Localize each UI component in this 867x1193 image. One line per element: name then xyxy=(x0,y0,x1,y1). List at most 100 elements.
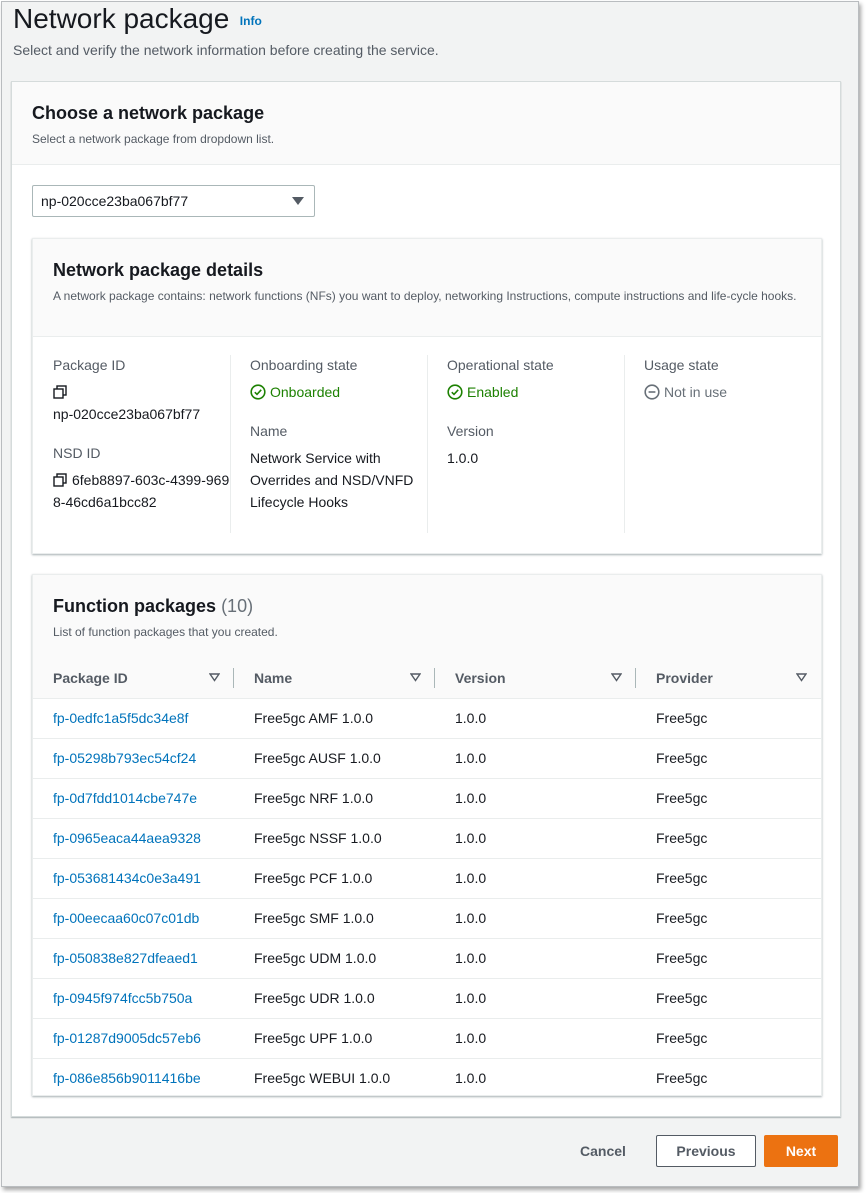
operational-state-value: Enabled xyxy=(447,381,627,403)
cell-version: 1.0.0 xyxy=(435,1018,636,1059)
function-package-link[interactable]: fp-053681434c0e3a491 xyxy=(53,870,201,886)
cell-version: 1.0.0 xyxy=(435,898,636,939)
function-package-link[interactable]: fp-01287d9005dc57eb6 xyxy=(53,1030,201,1046)
details-column-usage: Usage state Not in use xyxy=(644,357,824,403)
cell-name: Free5gc NSSF 1.0.0 xyxy=(234,818,435,859)
cell-provider: Free5gc xyxy=(656,1070,708,1087)
cell-provider: Free5gc xyxy=(636,778,821,819)
usage-state-text: Not in use xyxy=(664,384,728,400)
column-header-name[interactable]: Name xyxy=(234,658,435,699)
function-package-link[interactable]: fp-050838e827dfeaed1 xyxy=(53,950,198,966)
cell-version: 1.0.0 xyxy=(435,738,636,779)
operational-state-text: Enabled xyxy=(467,384,519,400)
version-value: 1.0.0 xyxy=(447,450,479,466)
details-column-onboarding: Onboarding state Onboarded Name Network … xyxy=(250,357,430,513)
name-value: Network Service with Overrides and NSD/V… xyxy=(250,450,414,510)
function-package-link[interactable]: fp-086e856b9011416be xyxy=(53,1070,201,1086)
details-header: Network package details A network packag… xyxy=(33,239,821,337)
function-packages-title: Function packages (10) xyxy=(53,595,801,617)
version-label: Version xyxy=(447,423,494,439)
function-packages-table: Package ID Name Version Provider fp-0edf… xyxy=(33,658,821,1098)
cell-name: Free5gc SMF 1.0.0 xyxy=(234,898,435,939)
details-column-ids: Package ID np-020cce23ba067bf77 NSD ID 6… xyxy=(53,357,233,513)
function-package-link[interactable]: fp-0945f974fcc5b750a xyxy=(53,990,192,1006)
minus-circle-icon xyxy=(644,384,660,400)
copy-icon[interactable] xyxy=(53,473,67,487)
table-row: fp-0945f974fcc5b750a Free5gc UDR 1.0.0 1… xyxy=(33,978,821,1019)
sort-caret-down-icon xyxy=(611,673,622,682)
function-package-link[interactable]: fp-00eecaa60c07c01db xyxy=(53,910,199,926)
name-label: Name xyxy=(250,423,288,439)
caret-down-icon xyxy=(292,197,304,205)
wizard-frame: Network package Info Select and verify t… xyxy=(1,1,859,1187)
cell-provider: Free5gc xyxy=(636,938,821,979)
usage-state-value: Not in use xyxy=(644,381,824,403)
package-id-text: np-020cce23ba067bf77 xyxy=(53,406,201,422)
table-row: fp-0d7fdd1014cbe747e Free5gc NRF 1.0.0 1… xyxy=(33,778,821,819)
cell-name: Free5gc UDM 1.0.0 xyxy=(234,938,435,979)
cell-version: 1.0.0 xyxy=(435,978,636,1019)
cell-version: 1.0.0 xyxy=(435,818,636,859)
cell-version: 1.0.0 xyxy=(435,858,636,899)
cell-provider: Free5gc xyxy=(636,978,821,1019)
check-circle-icon xyxy=(250,384,266,400)
cancel-button[interactable]: Cancel xyxy=(558,1135,648,1167)
function-packages-description: List of function packages that you creat… xyxy=(53,625,278,639)
function-package-link[interactable]: fp-0965eaca44aea9328 xyxy=(53,830,201,846)
operational-state-label: Operational state xyxy=(447,357,554,373)
cell-provider: Free5gc xyxy=(636,858,821,899)
table-row: fp-053681434c0e3a491 Free5gc PCF 1.0.0 1… xyxy=(33,858,821,899)
cell-name: Free5gc WEBUI 1.0.0 xyxy=(254,1070,391,1087)
table-row: fp-0965eaca44aea9328 Free5gc NSSF 1.0.0 … xyxy=(33,818,821,859)
nsd-id-value: 6feb8897-603c-4399-9698-46cd6a1bcc82 xyxy=(53,469,233,513)
column-header-version[interactable]: Version xyxy=(435,658,636,699)
cell-provider: Free5gc xyxy=(636,818,821,859)
function-package-link[interactable]: fp-0edfc1a5f5dc34e8f xyxy=(53,710,188,726)
cell-provider: Free5gc xyxy=(636,1018,821,1059)
column-divider xyxy=(230,355,231,533)
table-row: fp-0edfc1a5f5dc34e8f Free5gc AMF 1.0.0 1… xyxy=(33,698,821,739)
column-header-provider[interactable]: Provider xyxy=(636,658,821,699)
choose-network-package-container: Choose a network package Select a networ… xyxy=(11,81,841,1117)
column-divider xyxy=(427,355,428,533)
sort-caret-down-icon xyxy=(209,673,220,682)
cell-version: 1.0.0 xyxy=(435,938,636,979)
next-button[interactable]: Next xyxy=(764,1135,838,1167)
selected-value: np-020cce23ba067bf77 xyxy=(41,193,189,209)
function-package-link[interactable]: fp-05298b793ec54cf24 xyxy=(53,750,196,766)
network-package-details-card: Network package details A network packag… xyxy=(32,238,822,554)
section-description: Select a network package from dropdown l… xyxy=(32,132,275,146)
page-title: Network package xyxy=(13,3,230,34)
container-header: Choose a network package Select a networ… xyxy=(12,82,840,165)
details-columns: Package ID np-020cce23ba067bf77 NSD ID 6… xyxy=(33,337,821,553)
table-row: fp-05298b793ec54cf24 Free5gc AUSF 1.0.0 … xyxy=(33,738,821,779)
function-package-link[interactable]: fp-0d7fdd1014cbe747e xyxy=(53,790,197,806)
table-row: fp-086e856b9011416be Free5gc WEBUI 1.0.0… xyxy=(33,1058,821,1098)
nsd-id-label: NSD ID xyxy=(53,445,101,461)
sort-caret-down-icon xyxy=(796,673,807,682)
function-packages-count: (10) xyxy=(221,596,254,616)
package-id-value: np-020cce23ba067bf77 xyxy=(53,381,233,425)
page-header: Network package Info Select and verify t… xyxy=(13,2,853,58)
cell-version: 1.0.0 xyxy=(435,778,636,819)
sort-caret-down-icon xyxy=(410,673,421,682)
onboarding-state-label: Onboarding state xyxy=(250,357,358,373)
onboarding-state-value: Onboarded xyxy=(250,381,430,403)
wizard-actions: Cancel Previous Next xyxy=(558,1135,838,1167)
details-column-operational: Operational state Enabled Version 1.0.0 xyxy=(447,357,627,469)
table-header-row: Package ID Name Version Provider xyxy=(33,658,821,699)
check-circle-icon xyxy=(447,384,463,400)
nsd-id-text: 6feb8897-603c-4399-9698-46cd6a1bcc82 xyxy=(53,472,230,510)
page-description: Select and verify the network informatio… xyxy=(13,42,439,58)
copy-icon[interactable] xyxy=(53,385,67,399)
cell-name: Free5gc NRF 1.0.0 xyxy=(234,778,435,819)
column-header-package-id[interactable]: Package ID xyxy=(33,658,234,699)
onboarding-state-text: Onboarded xyxy=(270,384,341,400)
table-row: fp-01287d9005dc57eb6 Free5gc UPF 1.0.0 1… xyxy=(33,1018,821,1059)
package-id-label: Package ID xyxy=(53,357,126,373)
info-link[interactable]: Info xyxy=(240,14,262,28)
function-packages-card: Function packages (10) List of function … xyxy=(32,574,822,1096)
previous-button[interactable]: Previous xyxy=(656,1135,756,1167)
cell-name: Free5gc AMF 1.0.0 xyxy=(234,698,435,739)
network-package-select[interactable]: np-020cce23ba067bf77 xyxy=(32,185,315,217)
